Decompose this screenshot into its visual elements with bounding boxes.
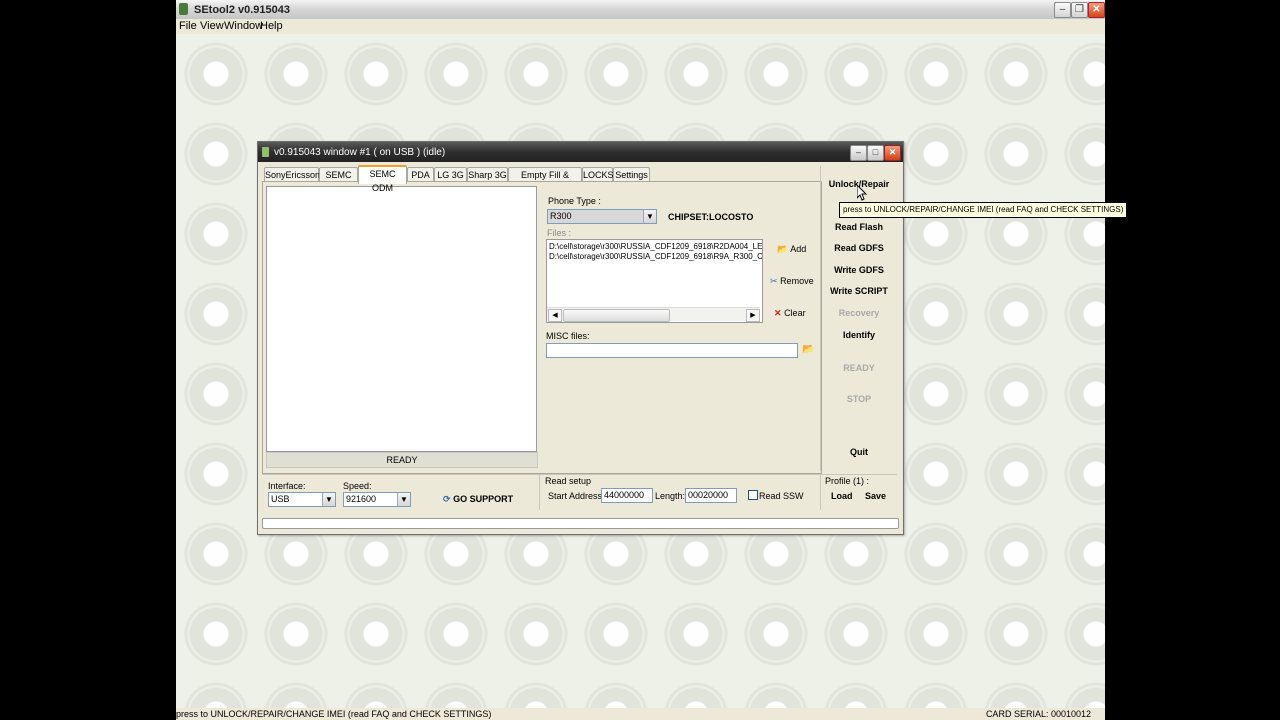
log-output[interactable] xyxy=(266,186,537,452)
clear-label: Clear xyxy=(784,308,806,318)
folder-icon: 📂 xyxy=(777,244,789,254)
close-icon[interactable]: ✕ xyxy=(1088,2,1105,18)
read-flash-button[interactable]: Read Flash xyxy=(819,222,899,232)
add-button[interactable]: 📂 Add xyxy=(777,244,806,255)
tab-settings[interactable]: Settings xyxy=(613,167,650,182)
tab-semc-a2[interactable]: SEMC A2 xyxy=(319,167,358,194)
scroll-left-icon[interactable]: ◀ xyxy=(548,309,562,322)
ready-button[interactable]: READY xyxy=(819,363,899,373)
maximize-icon[interactable]: ❐ xyxy=(1071,2,1088,18)
remove-label: Remove xyxy=(780,276,814,286)
load-button[interactable]: Load xyxy=(831,491,853,501)
child-close-icon[interactable]: ✕ xyxy=(884,145,901,161)
scroll-right-icon[interactable]: ▶ xyxy=(746,309,760,322)
app-title-bar[interactable]: SEtool2 v0.915043 – ❐ ✕ xyxy=(176,0,1105,20)
progress-bar xyxy=(262,518,899,529)
write-gdfs-button[interactable]: Write GDFS xyxy=(819,265,899,275)
misc-files-input[interactable] xyxy=(546,343,798,358)
scissors-icon: ✂ xyxy=(770,276,778,286)
quit-button[interactable]: Quit xyxy=(819,447,899,457)
read-ssw-label: Read SSW xyxy=(759,491,804,501)
identify-button[interactable]: Identify xyxy=(819,330,899,340)
read-gdfs-button[interactable]: Read GDFS xyxy=(819,243,899,253)
tab-locks[interactable]: LOCKS xyxy=(582,167,614,182)
chevron-down-icon: ▼ xyxy=(643,210,656,223)
status-bar: press to UNLOCK/REPAIR/CHANGE IMEI (read… xyxy=(176,708,1105,720)
support-icon: ⟳ xyxy=(443,494,451,504)
menu-view[interactable]: View xyxy=(200,20,224,32)
interface-label: Interface: xyxy=(268,481,306,491)
tool-window-title: v0.915043 window #1 ( on USB ) (idle) xyxy=(274,147,446,158)
interface-select[interactable]: USB ▼ xyxy=(268,492,336,507)
go-support-label: GO SUPPORT xyxy=(453,494,514,504)
app-icon xyxy=(179,3,188,15)
list-item[interactable]: D:\cell\storage\r300\RUSSIA_CDF1209_6918… xyxy=(549,252,762,261)
child-minimize-icon[interactable]: – xyxy=(850,145,867,161)
scroll-thumb[interactable] xyxy=(563,309,670,322)
tab-empty-fill-repair[interactable]: Empty Fill & Repair xyxy=(508,167,582,194)
menu-file[interactable]: File xyxy=(179,20,197,32)
tool-window: v0.915043 window #1 ( on USB ) (idle) – … xyxy=(257,141,904,535)
length-label: Length: xyxy=(655,491,686,501)
child-maximize-icon[interactable]: □ xyxy=(867,145,884,161)
chipset-label: CHIPSET:LOCOSTO xyxy=(668,212,754,222)
add-label: Add xyxy=(790,244,807,254)
speed-value: 921600 xyxy=(346,494,377,504)
speed-label: Speed: xyxy=(343,481,372,491)
tab-lg-3g[interactable]: LG 3G xyxy=(434,167,467,182)
red-x-icon: ✕ xyxy=(774,308,782,318)
tab-semc-odm[interactable]: SEMC ODM xyxy=(358,165,407,193)
app-title: SEtool2 v0.915043 xyxy=(194,4,291,16)
recovery-button[interactable]: Recovery xyxy=(819,308,899,318)
tab-sonyericsson[interactable]: SonyEricsson xyxy=(264,167,320,182)
length-input[interactable]: 00020000 xyxy=(685,488,737,503)
read-setup-label: Read setup xyxy=(545,476,592,486)
card-serial: CARD SERIAL: 00010012 xyxy=(985,709,1091,719)
interface-value: USB xyxy=(271,494,290,504)
window-icon xyxy=(262,147,269,157)
save-button[interactable]: Save xyxy=(865,491,886,501)
start-address-input[interactable]: 44000000 xyxy=(601,488,653,503)
mouse-cursor-icon xyxy=(857,185,867,201)
write-script-button[interactable]: Write SCRIPT xyxy=(819,286,899,296)
misc-files-label: MISC files: xyxy=(546,331,590,341)
menu-bar: File View Window Help xyxy=(176,19,1105,34)
tooltip: press to UNLOCK/REPAIR/CHANGE IMEI (read… xyxy=(839,202,1128,218)
profile-label: Profile (1) : xyxy=(825,476,870,486)
tab-pda[interactable]: PDA xyxy=(407,167,434,182)
phone-type-select[interactable]: R300 ▼ xyxy=(547,209,657,224)
tool-window-title-bar[interactable]: v0.915043 window #1 ( on USB ) (idle) – … xyxy=(258,142,903,162)
chevron-down-icon: ▼ xyxy=(397,493,410,506)
list-item[interactable]: D:\cell\storage\r300\RUSSIA_CDF1209_6918… xyxy=(549,242,762,251)
files-label: Files : xyxy=(547,228,572,238)
tab-sharp-3g[interactable]: Sharp 3G xyxy=(467,167,508,182)
remove-button[interactable]: ✂ Remove xyxy=(770,276,814,287)
menu-help[interactable]: Help xyxy=(260,20,283,32)
stop-button[interactable]: STOP xyxy=(819,394,899,404)
chevron-down-icon: ▼ xyxy=(322,493,335,506)
phone-type-value: R300 xyxy=(550,211,572,221)
log-status: READY xyxy=(266,452,538,468)
speed-select[interactable]: 921600 ▼ xyxy=(343,492,411,507)
misc-folder-icon[interactable]: 📂 xyxy=(802,344,814,355)
read-ssw-checkbox[interactable] xyxy=(748,490,758,500)
go-support-button[interactable]: ⟳ GO SUPPORT xyxy=(443,494,513,505)
menu-window[interactable]: Window xyxy=(224,20,263,32)
status-message: press to UNLOCK/REPAIR/CHANGE IMEI (read… xyxy=(176,709,492,719)
start-address-label: Start Address: xyxy=(548,491,605,501)
minimize-icon[interactable]: – xyxy=(1054,2,1071,18)
files-horizontal-scrollbar[interactable]: ◀ ▶ xyxy=(547,307,760,322)
clear-button[interactable]: ✕ Clear xyxy=(774,308,806,319)
phone-type-label: Phone Type : xyxy=(548,196,601,206)
